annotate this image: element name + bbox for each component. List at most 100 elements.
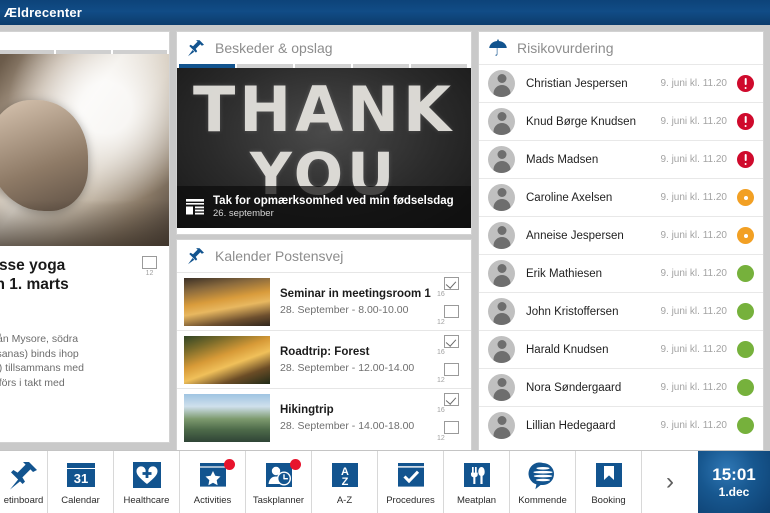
nav-item-label: Kommende <box>518 495 567 506</box>
event-attending[interactable]: 16 <box>437 393 465 415</box>
nav-item-meatplan[interactable]: Meatplan <box>444 451 510 513</box>
notification-badge <box>224 459 235 470</box>
risk-row[interactable]: Christian Jespersen9. juni kl. 11.20 <box>479 64 763 102</box>
message-slide[interactable]: THANK YOU T <box>177 68 471 228</box>
assessment-time: 9. juni kl. 11.20 <box>660 268 737 279</box>
news-checkbox[interactable]: 12 <box>142 256 157 278</box>
nav-item-label: Healthcare <box>124 495 170 506</box>
messages-title: Beskeder & opslag <box>215 40 333 56</box>
title-bar: Ældrecenter <box>0 0 770 25</box>
event-text: Roadtrip: Forest28. September - 12.00-14… <box>270 345 437 375</box>
risk-row[interactable]: Erik Mathiesen9. juni kl. 11.20 <box>479 254 763 292</box>
event-declined[interactable]: 12 <box>437 421 465 443</box>
risk-row[interactable]: Mads Madsen9. juni kl. 11.20 <box>479 140 763 178</box>
event-attending-box[interactable] <box>444 335 459 348</box>
pin-icon <box>186 38 206 58</box>
nav-item-a-z[interactable]: AZA-Z <box>312 451 378 513</box>
event-subtitle: 28. September - 12.00-14.00 <box>280 361 437 375</box>
news-carousel-tabs[interactable] <box>0 32 169 54</box>
calendar-panel[interactable]: Kalender Postensvej Seminar in meetingsr… <box>176 239 472 463</box>
nav-item-activities[interactable]: Activities <box>180 451 246 513</box>
event-thumbnail <box>184 336 270 384</box>
risk-row[interactable]: Anneise Jespersen9. juni kl. 11.20 <box>479 216 763 254</box>
resident-name: Mads Madsen <box>515 154 660 166</box>
nav-item-taskplanner[interactable]: Taskplanner <box>246 451 312 513</box>
event-attending[interactable]: 16 <box>437 277 465 299</box>
calendar-header: Kalender Postensvej <box>177 240 471 272</box>
risk-row[interactable]: Lillian Hedegaard9. juni kl. 11.20 <box>479 406 763 444</box>
risk-header: Risikovurdering <box>479 32 763 64</box>
assessment-time: 9. juni kl. 11.20 <box>660 382 737 393</box>
risk-status-indicator <box>737 227 754 244</box>
event-declined-count: 12 <box>437 319 465 327</box>
event-subtitle: 28. September - 14.00-18.00 <box>280 419 437 433</box>
risk-status-indicator <box>737 341 754 358</box>
resident-name: Knud Børge Knudsen <box>515 116 660 128</box>
heart-plus-icon <box>130 458 164 492</box>
risk-row[interactable]: Caroline Axelsen9. juni kl. 11.20 <box>479 178 763 216</box>
risk-row-list: Christian Jespersen9. juni kl. 11.20Knud… <box>479 64 763 444</box>
messages-panel[interactable]: Beskeder & opslag THANK YOU <box>176 31 472 235</box>
message-caption-title: Tak for opmærksomhed ved min fødselsdag <box>213 194 454 208</box>
event-checkboxes[interactable]: 1612 <box>437 277 465 327</box>
event-text: Hikingtrip28. September - 14.00-18.00 <box>270 403 437 433</box>
event-checkboxes[interactable]: 1612 <box>437 393 465 443</box>
avatar <box>488 222 515 249</box>
avatar <box>488 298 515 325</box>
event-checkboxes[interactable]: 1612 <box>437 335 465 385</box>
risk-row[interactable]: John Kristoffersen9. juni kl. 11.20 <box>479 292 763 330</box>
resident-name: Erik Mathiesen <box>515 268 660 280</box>
calendar-event-row[interactable]: Seminar in meetingsroom 128. September -… <box>177 272 471 330</box>
risk-status-indicator <box>737 265 754 282</box>
nav-item-booking[interactable]: Booking <box>576 451 642 513</box>
risk-row[interactable]: Harald Knudsen9. juni kl. 11.20 <box>479 330 763 368</box>
calendar-event-row[interactable]: Hikingtrip28. September - 14.00-18.00161… <box>177 388 471 446</box>
calendar-event-row[interactable]: Roadtrip: Forest28. September - 12.00-14… <box>177 330 471 388</box>
chalk-line-1: THANK <box>193 73 455 146</box>
nav-item-etinboard[interactable]: etinboard <box>0 451 48 513</box>
nav-item-calendar[interactable]: 31Calendar <box>48 451 114 513</box>
assessment-time: 9. juni kl. 11.20 <box>660 420 737 431</box>
event-thumbnail <box>184 278 270 326</box>
risk-row[interactable]: Knud Børge Knudsen9. juni kl. 11.20 <box>479 102 763 140</box>
nav-more-button[interactable]: › <box>642 451 698 513</box>
news-panel[interactable]: ny klasse yogaen den 1. marts gaform frå… <box>0 31 170 443</box>
message-caption: Tak for opmærksomhed ved min fødselsdag … <box>177 186 471 228</box>
assessment-time: 9. juni kl. 11.20 <box>660 306 737 317</box>
avatar <box>488 336 515 363</box>
nav-item-procedures[interactable]: Procedures <box>378 451 444 513</box>
risk-status-indicator <box>737 417 754 434</box>
news-checkbox-box[interactable] <box>142 256 157 269</box>
resident-name: Anneise Jespersen <box>515 230 660 242</box>
event-declined[interactable]: 12 <box>437 363 465 385</box>
nav-item-label: Booking <box>591 495 625 506</box>
calendar-title: Kalender Postensvej <box>215 248 343 264</box>
assessment-time: 9. juni kl. 11.20 <box>660 344 737 355</box>
news-paragraph: gaform från Mysore, södraningar (asanas)… <box>0 332 157 390</box>
news-body: ny klasse yogaen den 1. marts gaform frå… <box>0 246 169 390</box>
nav-item-kommende[interactable]: Kommende <box>510 451 576 513</box>
risk-status-indicator <box>737 303 754 320</box>
risk-row[interactable]: Nora Søndergaard9. juni kl. 11.20 <box>479 368 763 406</box>
risk-status-indicator <box>737 379 754 396</box>
event-attending-box[interactable] <box>444 393 459 406</box>
event-attending[interactable]: 16 <box>437 335 465 357</box>
event-declined[interactable]: 12 <box>437 305 465 327</box>
risk-panel[interactable]: Risikovurdering Christian Jespersen9. ju… <box>478 31 764 463</box>
event-attending-box[interactable] <box>444 277 459 290</box>
event-declined-box[interactable] <box>444 421 459 434</box>
nav-item-label: Calendar <box>61 495 100 506</box>
nav-item-healthcare[interactable]: Healthcare <box>114 451 180 513</box>
risk-status-indicator <box>737 75 754 92</box>
event-title: Roadtrip: Forest <box>280 345 437 360</box>
avatar <box>488 260 515 287</box>
event-declined-box[interactable] <box>444 363 459 376</box>
resident-name: John Kristoffersen <box>515 306 660 318</box>
risk-status-indicator <box>737 113 754 130</box>
nav-item-label: Activities <box>194 495 231 506</box>
app-title: Ældrecenter <box>0 5 82 20</box>
event-declined-box[interactable] <box>444 305 459 318</box>
message-caption-date: 26. september <box>213 208 454 220</box>
clock-date: 1.dec <box>719 485 750 500</box>
news-heading: ny klasse yogaen den 1. marts <box>0 256 115 294</box>
